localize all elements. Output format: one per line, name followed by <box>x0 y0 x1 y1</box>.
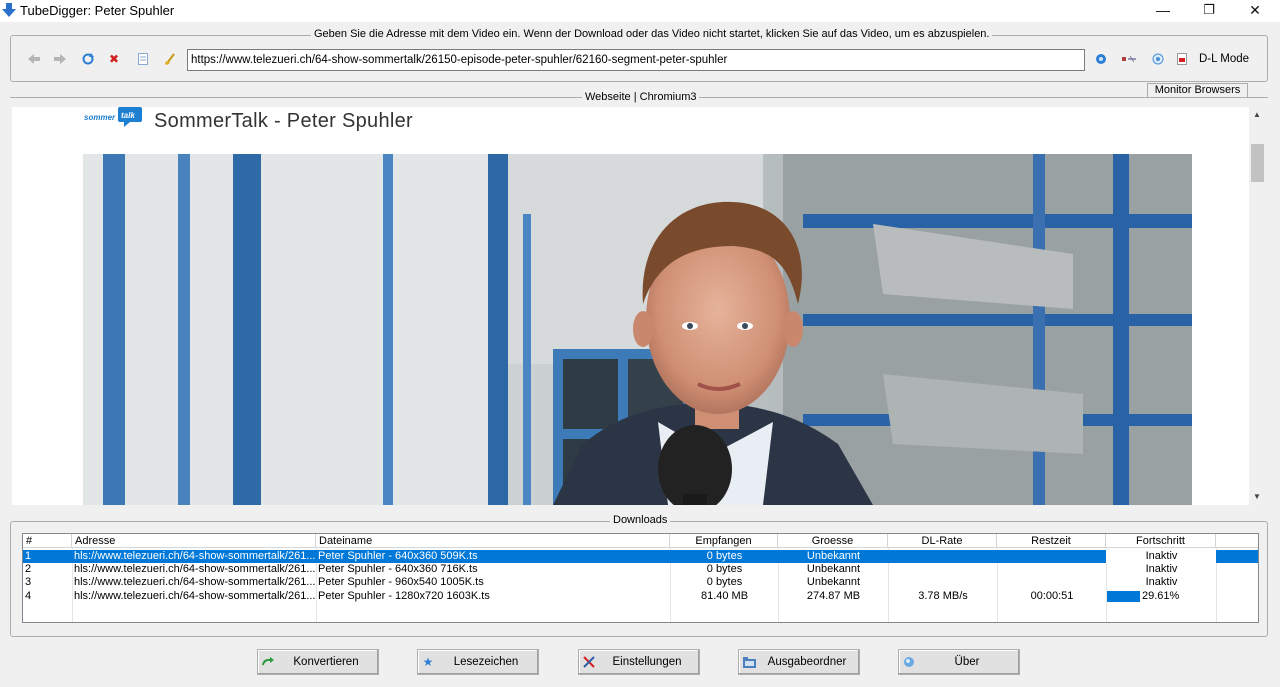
maximize-button[interactable]: ❐ <box>1186 0 1232 22</box>
table-row[interactable]: 1 hls://www.telezueri.ch/64-show-sommert… <box>23 550 1258 563</box>
cell-groesse: Unbekannt <box>806 563 861 575</box>
settings-tools-icon <box>582 655 596 669</box>
einstellungen-label: Einstellungen <box>612 656 682 668</box>
vertical-scrollbar[interactable]: ▲ ▼ <box>1249 107 1266 505</box>
help-icon[interactable] <box>1149 50 1167 68</box>
konvertieren-button[interactable]: Konvertieren <box>257 649 379 675</box>
progress-text: 29.61% <box>1142 590 1180 602</box>
cell-fortschritt: Inaktiv <box>1106 550 1216 563</box>
table-row[interactable]: 3 hls://www.telezueri.ch/64-show-sommert… <box>23 576 1258 589</box>
cell-dateiname: Peter Spuhler - 1280x720 1603K.ts <box>318 590 490 602</box>
column-header-adresse[interactable]: Adresse <box>72 534 316 548</box>
title-bar: TubeDigger: Peter Spuhler — ❐ ✕ <box>0 0 1280 22</box>
ausgabeordner-label: Ausgabeordner <box>767 656 847 668</box>
scroll-thumb[interactable] <box>1251 144 1264 182</box>
cell-empfangen: 81.40 MB <box>700 590 749 602</box>
cell-adresse: hls://www.telezueri.ch/64-show-sommertal… <box>74 590 316 602</box>
close-button[interactable]: ✕ <box>1232 0 1278 22</box>
ueber-label: Über <box>954 656 980 668</box>
forward-icon[interactable] <box>51 50 69 68</box>
lesezeichen-button[interactable]: ★ Lesezeichen <box>417 649 539 675</box>
cell-restzeit: 00:00:51 <box>1030 590 1074 602</box>
cell-num: 1 <box>25 550 32 562</box>
stop-icon[interactable]: ✖ <box>105 50 123 68</box>
column-header-dl-rate[interactable]: DL-Rate <box>888 534 997 548</box>
back-icon[interactable] <box>25 50 43 68</box>
column-header-dateiname[interactable]: Dateiname <box>316 534 670 548</box>
folder-icon <box>742 655 756 669</box>
konvertieren-label: Konvertieren <box>293 656 359 668</box>
video-player[interactable] <box>83 154 1192 505</box>
bookmark-star-icon: ★ <box>422 655 434 669</box>
monitor-browsers-tab[interactable]: Monitor Browsers <box>1147 83 1248 97</box>
cell-fortschritt: Inaktiv <box>1145 576 1178 588</box>
table-row[interactable]: 2 hls://www.telezueri.ch/64-show-sommert… <box>23 563 1258 576</box>
browser-legend: Webseite | Chromium3 <box>582 91 700 103</box>
cell-dl-rate <box>888 550 997 563</box>
downloads-legend: Downloads <box>610 514 671 526</box>
column-header-empfangen[interactable]: Empfangen <box>670 534 778 548</box>
column-header-restzeit[interactable]: Restzeit <box>997 534 1106 548</box>
cell-empfangen: 0 bytes <box>706 550 743 562</box>
lesezeichen-label: Lesezeichen <box>453 656 519 668</box>
page-icon[interactable] <box>134 50 152 68</box>
ausgabeordner-button[interactable]: Ausgabeordner <box>738 649 860 675</box>
refresh-icon[interactable] <box>79 50 97 68</box>
info-globe-icon <box>902 655 916 669</box>
page-heading: SommerTalk - Peter Spuhler <box>154 110 414 132</box>
cell-empfangen: 0 bytes <box>706 576 743 588</box>
sniff-icon[interactable] <box>1120 50 1138 68</box>
cell-groesse: 274.87 MB <box>806 590 861 602</box>
cell-fortschritt: Inaktiv <box>1145 563 1178 575</box>
cell-dl-rate: 3.78 MB/s <box>918 590 968 602</box>
scroll-up-icon[interactable]: ▲ <box>1253 110 1261 119</box>
cell-dateiname: Peter Spuhler - 640x360 509K.ts <box>318 550 478 562</box>
svg-text:talk: talk <box>121 111 135 120</box>
convert-icon <box>261 655 275 669</box>
cell-empfangen: 0 bytes <box>706 563 743 575</box>
cell-fortschritt: 29.61% <box>1106 590 1216 603</box>
cell-restzeit <box>997 550 1106 563</box>
dl-mode-toggle[interactable]: D-L Mode <box>1199 53 1249 65</box>
minimize-button[interactable]: — <box>1140 0 1186 22</box>
cell-groesse: Unbekannt <box>806 576 861 588</box>
cell-dateiname: Peter Spuhler - 640x360 716K.ts <box>318 563 478 575</box>
browser-group-line: Webseite | Chromium3 <box>10 91 1268 103</box>
ueber-button[interactable]: Über <box>898 649 1020 675</box>
cell-num: 2 <box>25 563 32 575</box>
cell-dl-rate <box>888 563 997 576</box>
browser-icon[interactable] <box>1092 50 1110 68</box>
sommertalk-logo: sommer talk <box>84 107 142 127</box>
cell-adresse: hls://www.telezueri.ch/64-show-sommertal… <box>74 550 316 562</box>
url-input[interactable]: https://www.telezueri.ch/64-show-sommert… <box>187 49 1085 71</box>
cell-restzeit <box>997 563 1106 576</box>
scroll-down-icon[interactable]: ▼ <box>1253 492 1261 501</box>
table-header: # Adresse Dateiname Empfangen Groesse DL… <box>23 534 1258 548</box>
window-title: TubeDigger: Peter Spuhler <box>20 3 175 18</box>
column-header-groesse[interactable]: Groesse <box>778 534 888 548</box>
embedded-webpage[interactable]: sommer talk SommerTalk - Peter Spuhler <box>12 107 1249 505</box>
einstellungen-button[interactable]: Einstellungen <box>578 649 700 675</box>
cell-dl-rate <box>888 576 997 589</box>
progress-bar <box>1107 591 1140 602</box>
table-row[interactable]: 4 hls://www.telezueri.ch/64-show-sommert… <box>23 590 1258 603</box>
column-header-num[interactable]: # <box>23 534 72 548</box>
app-download-icon <box>2 3 16 17</box>
column-header-fortschritt[interactable]: Fortschritt <box>1106 534 1216 548</box>
cell-restzeit <box>997 576 1106 589</box>
cell-adresse: hls://www.telezueri.ch/64-show-sommertal… <box>74 576 316 588</box>
address-instructions: Geben Sie die Adresse mit dem Video ein.… <box>311 28 993 40</box>
cell-num: 4 <box>25 590 32 602</box>
cell-adresse: hls://www.telezueri.ch/64-show-sommertal… <box>74 563 316 575</box>
cell-dateiname: Peter Spuhler - 960x540 1005K.ts <box>318 576 484 588</box>
svg-text:sommer: sommer <box>84 113 116 122</box>
downloads-table[interactable]: # Adresse Dateiname Empfangen Groesse DL… <box>22 533 1259 623</box>
record-icon[interactable] <box>1173 50 1191 68</box>
cell-groesse: Unbekannt <box>806 550 861 562</box>
clear-icon[interactable] <box>161 50 179 68</box>
cell-num: 3 <box>25 576 32 588</box>
